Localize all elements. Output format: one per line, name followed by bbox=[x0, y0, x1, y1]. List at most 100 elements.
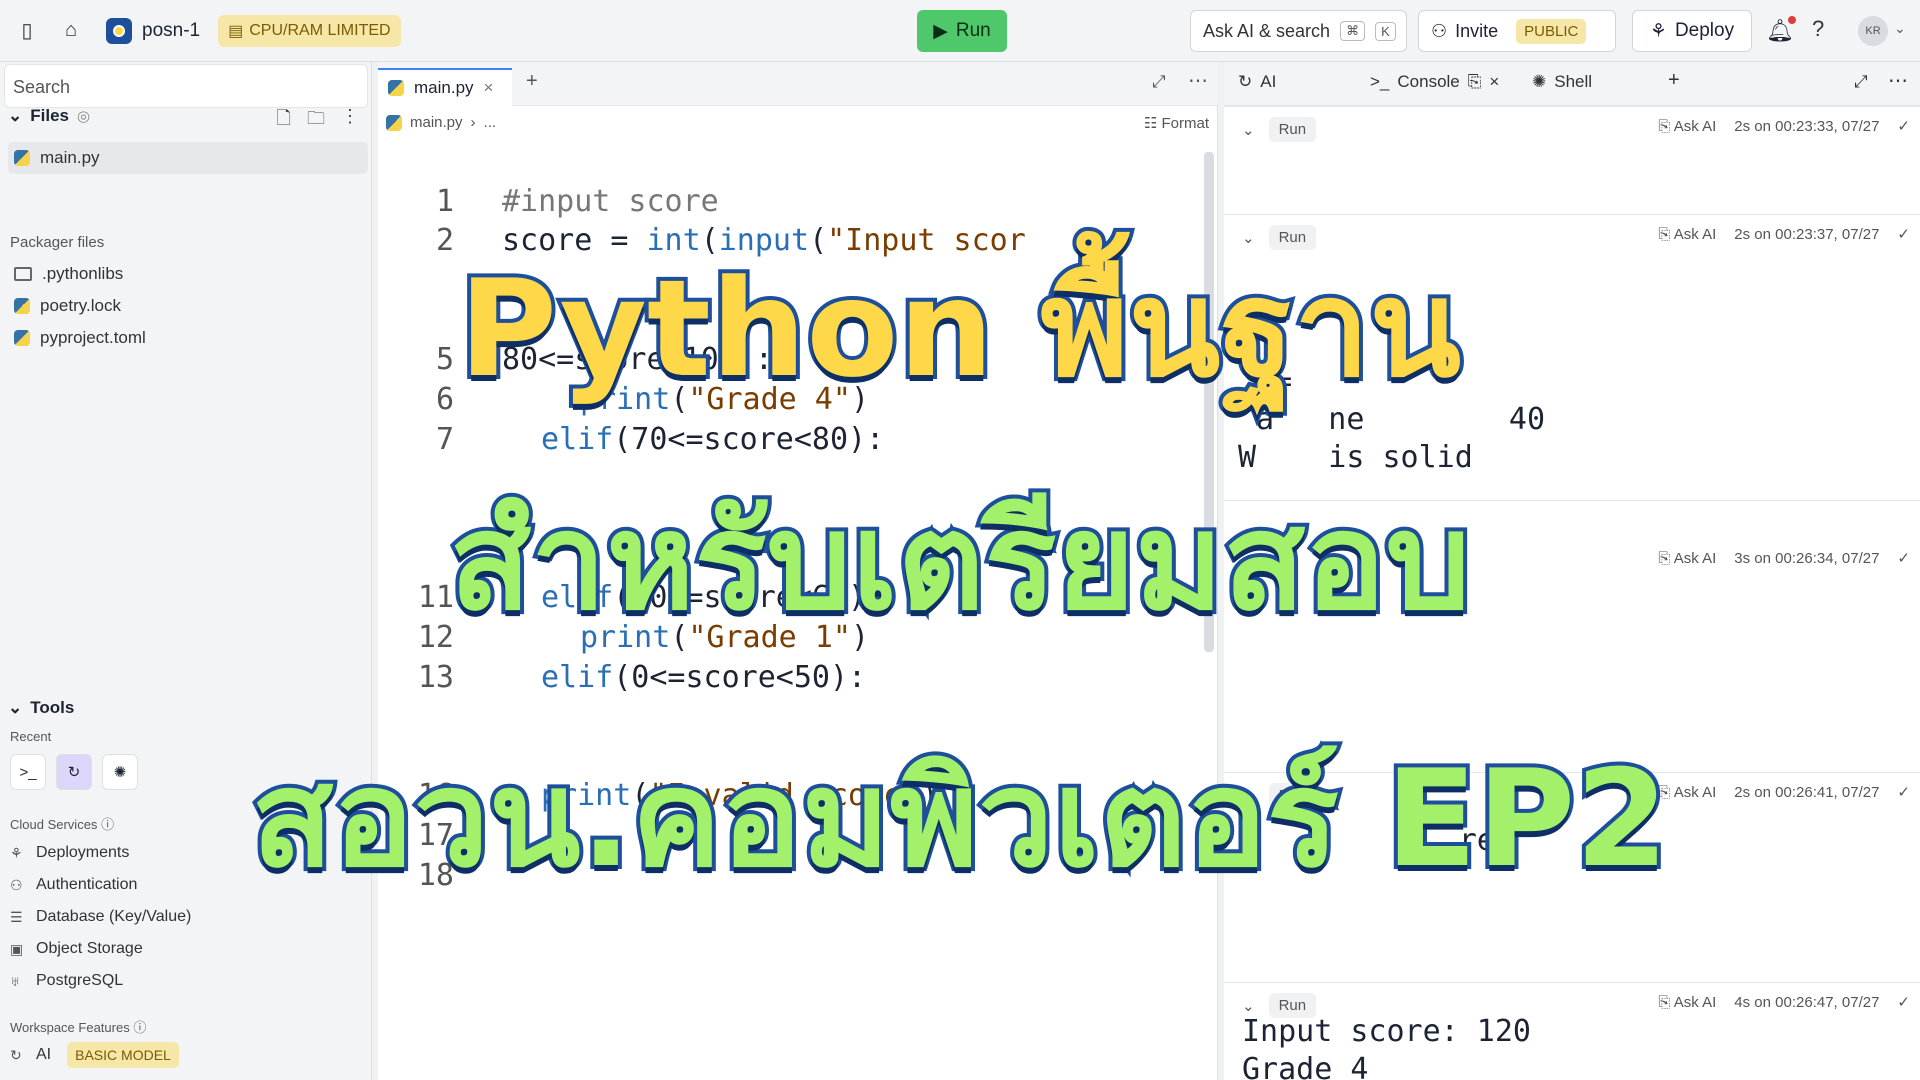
clear-icon[interactable]: ⎘ bbox=[1468, 72, 1482, 92]
editor-scrollbar[interactable] bbox=[1204, 152, 1214, 652]
code-area[interactable]: 1 #input score 2 score = int(input("Inpu… bbox=[378, 146, 1198, 1076]
ai-icon: ↻ bbox=[1238, 72, 1253, 91]
search-input[interactable]: Search bbox=[4, 64, 368, 108]
format-button[interactable]: ☷ Format bbox=[1144, 114, 1209, 132]
expand-icon[interactable]: ⤢ bbox=[1152, 72, 1166, 92]
more-options-icon[interactable]: ⋮ bbox=[341, 106, 359, 136]
more-options-icon[interactable]: ⋯ bbox=[1188, 68, 1208, 93]
code-token: int bbox=[646, 223, 701, 258]
run-badge[interactable]: Run bbox=[1268, 225, 1317, 250]
new-tab-icon[interactable]: + bbox=[1668, 69, 1680, 92]
resource-limit-badge[interactable]: ▤ CPU/RAM LIMITED bbox=[218, 14, 401, 47]
breadcrumb-file[interactable]: main.py bbox=[410, 114, 463, 131]
packages-tool-icon[interactable]: ✺ bbox=[102, 754, 138, 790]
public-badge[interactable]: PUBLIC bbox=[1516, 18, 1587, 44]
line-number: 5 bbox=[435, 342, 454, 377]
new-tab-icon[interactable]: + bbox=[526, 70, 538, 93]
ask-ai-button[interactable]: ⎘ Ask AI bbox=[1658, 226, 1716, 243]
terminal-icon: >_ bbox=[1370, 72, 1390, 91]
close-icon[interactable]: × bbox=[484, 78, 494, 98]
run-badge[interactable]: Run bbox=[1268, 117, 1317, 142]
file-name: poetry.lock bbox=[40, 296, 121, 315]
new-folder-icon[interactable]: 🗀︎ bbox=[307, 106, 325, 136]
line-number: 11 bbox=[417, 580, 454, 615]
tools-section-header[interactable]: ⌄ Tools bbox=[8, 698, 74, 718]
ask-ai-search[interactable]: Ask AI & search ⌘ K bbox=[1190, 10, 1407, 52]
service-label: Object Storage bbox=[36, 940, 143, 957]
run-output: t re: bbox=[1242, 823, 1513, 858]
ask-ai-button[interactable]: ⎘ Ask AI bbox=[1658, 784, 1716, 801]
chevron-down-icon[interactable]: ⌄ bbox=[1242, 229, 1255, 247]
check-icon: ✓ bbox=[1897, 784, 1910, 801]
run-entry: ⎘ Ask AI 3s on 00:26:34, 07/27 ✓ bbox=[1224, 500, 1920, 772]
help-icon[interactable]: ? bbox=[1812, 16, 1824, 42]
file-actions: 🗋︎ 🗀︎ ⋮ bbox=[277, 106, 359, 136]
service-postgresql[interactable]: ♅ PostgreSQL bbox=[10, 972, 123, 990]
chevron-down-icon[interactable]: ⌄ bbox=[1242, 787, 1255, 805]
ai-tool-icon[interactable]: ↻ bbox=[56, 754, 92, 790]
cmd-key-icon: ⌘ bbox=[1340, 21, 1366, 41]
run-button-label: Run bbox=[955, 20, 991, 41]
files-section-header[interactable]: ⌄ Files ◎ bbox=[8, 106, 90, 126]
run-time: 2s on 00:23:33, 07/27 bbox=[1734, 117, 1880, 135]
check-icon: ✓ bbox=[1897, 994, 1910, 1011]
new-file-icon[interactable]: 🗋︎ bbox=[277, 106, 291, 136]
line-number: 17 bbox=[417, 818, 454, 853]
file-name: pyproject.toml bbox=[40, 328, 146, 347]
run-badge[interactable]: Run bbox=[1268, 783, 1317, 808]
code-token: "Grade 1" bbox=[688, 620, 851, 655]
service-database[interactable]: ☰ Database (Key/Value) bbox=[10, 908, 191, 926]
feature-ai-label: AI bbox=[36, 1046, 52, 1063]
file-item-poetry-lock[interactable]: poetry.lock bbox=[8, 290, 368, 322]
chevron-down-icon[interactable]: ⌄ bbox=[1242, 997, 1255, 1015]
feature-ai[interactable]: ↻ AI BASIC MODEL bbox=[10, 1042, 179, 1068]
deploy-icon: ⚘ bbox=[10, 845, 23, 861]
file-item-pyproject-toml[interactable]: pyproject.toml bbox=[8, 322, 368, 354]
ask-ai-button[interactable]: ⎘ Ask AI bbox=[1658, 550, 1716, 567]
code-line: #input score bbox=[502, 184, 719, 219]
code-line: elif(50<=score<60): bbox=[541, 580, 884, 615]
packager-files-label: Packager files bbox=[10, 234, 105, 251]
deploy-button[interactable]: ⚘ Deploy bbox=[1632, 10, 1752, 52]
ask-ai-button[interactable]: ⎘ Ask AI bbox=[1658, 118, 1716, 135]
expand-icon[interactable]: ⤢ bbox=[1854, 72, 1868, 92]
ask-ai-label: Ask AI bbox=[1673, 783, 1717, 801]
more-options-icon[interactable]: ⋯ bbox=[1888, 68, 1908, 93]
code-token: score = bbox=[502, 223, 647, 258]
run-output: 2 = a ne 40 W is solid bbox=[1238, 326, 1546, 475]
tab-main-py[interactable]: main.py × bbox=[378, 68, 512, 106]
tab-shell[interactable]: ✺ Shell bbox=[1532, 72, 1592, 92]
service-object-storage[interactable]: ▣ Object Storage bbox=[10, 940, 143, 958]
tab-ai[interactable]: ↻ AI bbox=[1238, 72, 1276, 92]
app-window: ▯ ⌂ posn-1 ▤ CPU/RAM LIMITED ▶ Run Ask A… bbox=[0, 0, 1920, 1080]
recent-tools: >_ ↻ ✺ bbox=[10, 754, 138, 790]
repl-name[interactable]: posn-1 bbox=[142, 20, 200, 42]
basic-model-badge[interactable]: BASIC MODEL bbox=[67, 1042, 179, 1068]
run-button[interactable]: ▶ Run bbox=[917, 10, 1007, 52]
chevron-down-icon[interactable]: ⌄ bbox=[1894, 20, 1906, 37]
code-token: (0<=score<50): bbox=[613, 660, 867, 695]
file-item-pythonlibs[interactable]: .pythonlibs bbox=[8, 258, 368, 290]
ask-ai-label: Ask AI & search bbox=[1203, 20, 1331, 41]
notifications-bell-icon[interactable]: 🔔︎ bbox=[1766, 16, 1796, 44]
ask-ai-button[interactable]: ⎘ Ask AI bbox=[1658, 994, 1716, 1011]
breadcrumb-more[interactable]: ... bbox=[484, 114, 497, 131]
python-file-icon bbox=[14, 150, 30, 166]
shell-tool-icon[interactable]: >_ bbox=[10, 754, 46, 790]
run-entry-meta: ⎘ Ask AI 3s on 00:26:34, 07/27 ✓ bbox=[1658, 549, 1910, 568]
code-line: elif(70<=score<80): bbox=[541, 422, 884, 457]
service-authentication[interactable]: ⚇ Authentication bbox=[10, 876, 137, 894]
service-deployments[interactable]: ⚘ Deployments bbox=[10, 844, 129, 862]
close-icon[interactable]: × bbox=[1489, 72, 1499, 92]
chevron-down-icon[interactable]: ⌄ bbox=[1242, 121, 1255, 139]
file-item-main-py[interactable]: main.py bbox=[8, 142, 368, 174]
home-icon[interactable]: ⌂ bbox=[54, 14, 88, 48]
sidebar-toggle-icon[interactable]: ▯ bbox=[10, 14, 44, 48]
repl-logo-icon bbox=[106, 17, 132, 44]
tab-console[interactable]: >_ Console ⎘ × bbox=[1370, 72, 1499, 92]
avatar[interactable]: KR bbox=[1858, 16, 1888, 46]
tab-label: Shell bbox=[1554, 72, 1593, 91]
code-token: ) bbox=[850, 382, 869, 417]
invite-button[interactable]: ⚇ Invite PUBLIC bbox=[1418, 10, 1616, 52]
code-token: ) bbox=[920, 778, 939, 813]
